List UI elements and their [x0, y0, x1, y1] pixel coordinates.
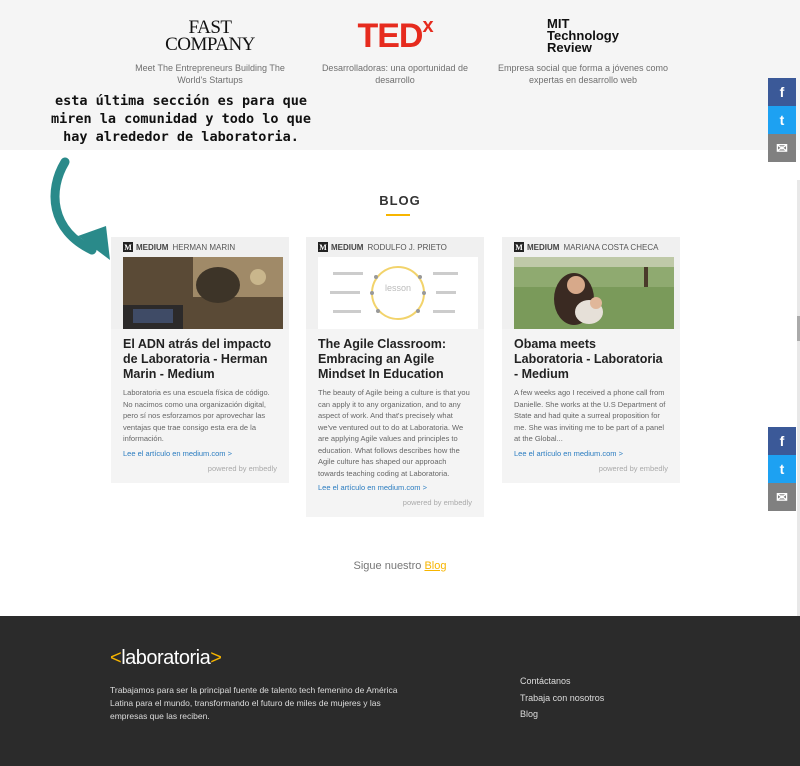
card-source: M MEDIUM HERMAN MARIN	[123, 242, 236, 252]
card-author: HERMAN MARIN	[172, 242, 236, 252]
blog-card[interactable]: M MEDIUM RODULFO J. PRIETO lesson The Ag…	[306, 237, 484, 517]
twitter-icon[interactable]: t	[768, 106, 796, 134]
tedx-logo: TEDx	[357, 14, 433, 55]
footer-link-blog[interactable]: Blog	[520, 706, 604, 723]
card-author: RODULFO J. PRIETO	[367, 242, 447, 252]
social-share-bottom: f t ✉	[768, 427, 796, 511]
medium-icon: M	[123, 242, 133, 252]
card-description: The beauty of Agile being a culture is t…	[318, 388, 470, 478]
twitter-icon[interactable]: t	[768, 455, 796, 483]
footer: <laboratoria> Trabajamos para ser la pri…	[0, 616, 800, 766]
powered-by-embedly[interactable]: powered by embedly	[123, 464, 277, 473]
facebook-icon[interactable]: f	[768, 78, 796, 106]
card-author: MARIANA COSTA CHECA	[563, 242, 659, 252]
blog-heading: BLOG	[379, 193, 421, 208]
card-title[interactable]: Obama meets Laboratoria - Laboratoria - …	[514, 337, 668, 382]
read-more-link[interactable]: Lee el artículo en medium.com >	[318, 483, 472, 492]
mit-logo: MIT Technology Review	[547, 16, 619, 55]
lesson-label: lesson	[385, 283, 411, 293]
powered-by-embedly[interactable]: powered by embedly	[514, 464, 668, 473]
footer-description: Trabajamos para ser la principal fuente …	[110, 685, 398, 721]
press-caption: Desarrolladoras: una oportunidad de desa…	[321, 63, 469, 85]
heading-underline	[386, 214, 410, 216]
laboratoria-logo[interactable]: <laboratoria>	[110, 647, 222, 670]
card-title[interactable]: El ADN atrás del impacto de Laboratoria …	[123, 337, 277, 382]
press-caption: Meet The Entrepreneurs Building The Worl…	[135, 63, 285, 85]
facebook-icon[interactable]: f	[768, 427, 796, 455]
card-image[interactable]: lesson	[318, 257, 480, 329]
press-item-mit[interactable]: MIT Technology Review Empresa social que f…	[493, 14, 673, 86]
card-title[interactable]: The Agile Classroom: Embracing an Agile …	[318, 337, 472, 382]
card-image[interactable]	[123, 257, 285, 329]
follow-blog: Sigue nuestro Blog	[353, 560, 447, 572]
medium-icon: M	[514, 242, 524, 252]
press-item-tedx[interactable]: TEDx Desarrolladoras: una oportunidad de…	[305, 14, 485, 86]
card-description: Laboratoria es una escuela física de cód…	[123, 388, 270, 443]
read-more-link[interactable]: Lee el artículo en medium.com >	[514, 449, 668, 458]
card-source: M MEDIUM MARIANA COSTA CHECA	[514, 242, 659, 252]
card-description: A few weeks ago I received a phone call …	[514, 388, 666, 443]
blog-card[interactable]: M MEDIUM HERMAN MARIN El ADN atrás del i…	[111, 237, 289, 483]
powered-by-embedly[interactable]: powered by embedly	[318, 498, 472, 507]
footer-link-jobs[interactable]: Trabaja con nosotros	[520, 690, 604, 707]
footer-link-contact[interactable]: Contáctanos	[520, 673, 604, 690]
fast-company-logo: FAST COMPANY	[165, 17, 255, 55]
press-item-fast-company[interactable]: FAST COMPANY Meet The Entrepreneurs Build…	[120, 14, 300, 86]
social-share-top: f t ✉	[768, 78, 796, 162]
blog-card[interactable]: M MEDIUM MARIANA COSTA CHECA Obama meets…	[502, 237, 680, 483]
card-image[interactable]	[514, 257, 676, 329]
annotation-text: esta última sección es para que miren la…	[50, 93, 312, 145]
footer-links: Contáctanos Trabaja con nosotros Blog	[520, 673, 604, 723]
card-source: M MEDIUM RODULFO J. PRIETO	[318, 242, 447, 252]
press-caption: Empresa social que forma a jóvenes como …	[497, 63, 669, 85]
blog-link[interactable]: Blog	[424, 560, 446, 572]
read-more-link[interactable]: Lee el artículo en medium.com >	[123, 449, 277, 458]
medium-icon: M	[318, 242, 328, 252]
email-icon[interactable]: ✉	[768, 134, 796, 162]
email-icon[interactable]: ✉	[768, 483, 796, 511]
